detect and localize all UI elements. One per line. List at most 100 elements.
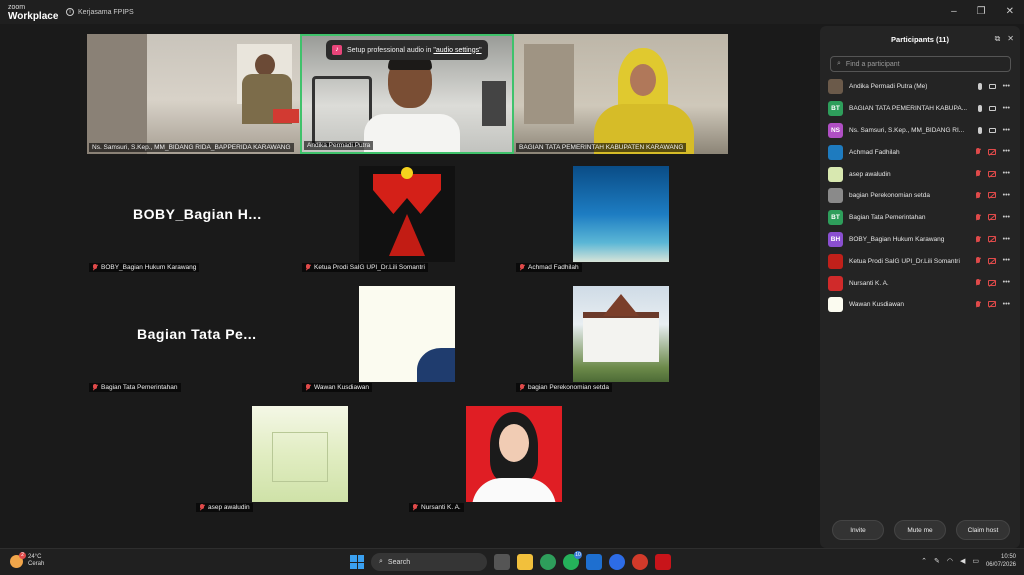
more-options-icon[interactable]: ••• xyxy=(1003,301,1010,308)
mic-muted-icon[interactable] xyxy=(975,235,981,243)
mic-muted-icon[interactable] xyxy=(975,279,981,286)
zoom-icon[interactable] xyxy=(609,554,625,570)
task-view-icon[interactable] xyxy=(494,554,510,570)
camera-icon[interactable] xyxy=(988,127,996,133)
battery-icon[interactable]: ▭ xyxy=(972,557,979,565)
mic-muted-icon[interactable] xyxy=(975,148,981,155)
invite-button[interactable]: Invite xyxy=(832,520,884,540)
tile-asep[interactable]: asep awaludin xyxy=(194,406,407,514)
profile-image xyxy=(252,406,348,502)
tile-nursanti[interactable]: Nursanti K. A. xyxy=(407,406,621,514)
camera-off-icon[interactable] xyxy=(987,257,996,264)
avatar xyxy=(828,188,843,204)
participant-controls: ••• xyxy=(977,104,1010,112)
video-tile-samsuri[interactable]: Ns. Samsuri, S.Kep., MM_BIDANG RIDA_BAPP… xyxy=(87,34,300,154)
chevron-up-icon[interactable]: ⌃ xyxy=(921,557,927,565)
camera-icon[interactable] xyxy=(988,84,996,89)
participant-row[interactable]: bagian Perekonomian setda ••• xyxy=(828,185,1014,207)
participant-row[interactable]: BH BOBY_Bagian Hukum Karawang ••• xyxy=(828,229,1014,251)
participant-row[interactable]: Wawan Kusdiawan ••• xyxy=(828,294,1014,316)
taskbar-search[interactable]: ⌕ Search xyxy=(371,553,487,571)
mic-muted-icon xyxy=(92,264,98,271)
audio-settings-link[interactable]: "audio settings" xyxy=(433,47,481,54)
more-options-icon[interactable]: ••• xyxy=(1003,257,1010,264)
more-options-icon[interactable]: ••• xyxy=(1003,236,1010,243)
taskbar-search-label: Search xyxy=(387,558,411,566)
participant-name: Andika Permadi Putra (Me) xyxy=(849,83,928,91)
restore-icon[interactable]: ❐ xyxy=(977,6,986,17)
tile-perekonomian[interactable]: bagian Perekonomian setda xyxy=(514,286,728,394)
participant-name: Ns. Samsuri, S.Kep., MM_BIDANG RI... xyxy=(849,126,965,134)
mute-me-button[interactable]: Mute me xyxy=(894,520,946,540)
acrobat-icon[interactable] xyxy=(655,554,671,570)
tile-ketua-prodi[interactable]: Ketua Prodi SaIG UPI_Dr.Lili Somantri xyxy=(300,166,514,274)
video-tile-tata-pemerintah[interactable]: BAGIAN TATA PEMERINTAH KABUPATEN KARAWAN… xyxy=(514,34,728,154)
camera-off-icon[interactable] xyxy=(987,192,996,199)
volume-icon[interactable]: ◀ xyxy=(960,557,965,565)
camera-app-icon[interactable] xyxy=(632,554,648,570)
wifi-icon[interactable]: ◠ xyxy=(947,557,953,565)
claim-host-button[interactable]: Claim host xyxy=(956,520,1010,540)
camera-icon[interactable] xyxy=(988,105,996,111)
participant-row[interactable]: Ketua Prodi SaIG UPI_Dr.Lili Somantri ••• xyxy=(828,250,1014,272)
participant-row[interactable]: Andika Permadi Putra (Me) ••• xyxy=(828,76,1014,98)
outlook-icon[interactable] xyxy=(586,554,602,570)
close-icon[interactable]: ✕ xyxy=(1006,6,1014,17)
camera-off-icon[interactable] xyxy=(987,214,996,221)
avatar xyxy=(828,253,843,269)
file-explorer-icon[interactable] xyxy=(517,554,533,570)
more-options-icon[interactable]: ••• xyxy=(1003,127,1010,134)
weather-condition: Cerah xyxy=(28,561,45,567)
camera-off-icon[interactable] xyxy=(987,148,996,155)
camera-off-icon[interactable] xyxy=(987,236,996,243)
meeting-info[interactable]: i Kerjasama FPIPS xyxy=(66,8,134,16)
tile-boby[interactable]: BOBY_Bagian H... BOBY_Bagian Hukum Karaw… xyxy=(87,166,300,274)
start-icon[interactable] xyxy=(350,555,364,569)
participant-search-input[interactable]: ⌕ Find a participant xyxy=(830,56,1011,72)
mic-muted-icon[interactable] xyxy=(975,170,981,177)
camera-off-icon[interactable] xyxy=(987,170,996,177)
info-icon[interactable]: i xyxy=(66,8,74,16)
participant-row[interactable]: NS Ns. Samsuri, S.Kep., MM_BIDANG RI... ••… xyxy=(828,120,1014,142)
close-panel-icon[interactable]: ✕ xyxy=(1007,34,1014,44)
participant-row[interactable]: Achmad Fadhilah ••• xyxy=(828,141,1014,163)
more-options-icon[interactable]: ••• xyxy=(1003,83,1010,90)
more-options-icon[interactable]: ••• xyxy=(1003,105,1010,112)
participant-controls: ••• xyxy=(975,279,1010,286)
tile-bagian-tata[interactable]: Bagian Tata Pe... Bagian Tata Pemerintah… xyxy=(87,286,300,394)
more-options-icon[interactable]: ••• xyxy=(1003,148,1010,155)
whatsapp-icon[interactable]: 10 xyxy=(563,551,582,570)
mic-muted-icon[interactable] xyxy=(975,191,981,199)
avatar xyxy=(828,166,843,182)
tile-wawan[interactable]: Wawan Kusdiawan xyxy=(300,286,514,394)
participant-list: Andika Permadi Putra (Me) ••• BT BAGIAN TAT… xyxy=(828,76,1014,316)
name-tag: Wawan Kusdiawan xyxy=(302,383,373,392)
tile-achmad[interactable]: Achmad Fadhilah xyxy=(514,166,728,274)
audio-settings-tooltip[interactable]: ♪ Setup professional audio in "audio set… xyxy=(326,40,488,60)
name-tag: Achmad Fadhilah xyxy=(516,263,582,272)
participant-row[interactable]: Nursanti K. A. ••• xyxy=(828,272,1014,294)
mic-icon[interactable] xyxy=(977,104,982,112)
mic-icon[interactable] xyxy=(977,83,982,90)
participant-row[interactable]: BT BAGIAN TATA PEMERINTAH KABUPA... ••• xyxy=(828,98,1014,120)
mic-icon[interactable] xyxy=(977,126,982,134)
popout-icon[interactable]: ⧉ xyxy=(995,34,1001,44)
participant-row[interactable]: BT Bagian Tata Pemerintahan ••• xyxy=(828,207,1014,229)
camera-off-icon[interactable] xyxy=(987,301,996,308)
clock[interactable]: 10:50 06/07/2026 xyxy=(986,553,1016,569)
mic-muted-icon[interactable] xyxy=(975,300,981,308)
weather-widget[interactable]: 2 24°C Cerah xyxy=(10,551,45,568)
more-options-icon[interactable]: ••• xyxy=(1003,214,1010,221)
pen-icon[interactable]: ✎ xyxy=(934,557,940,565)
more-options-icon[interactable]: ••• xyxy=(1003,170,1010,177)
search-icon: ⌕ xyxy=(379,558,383,565)
more-options-icon[interactable]: ••• xyxy=(1003,192,1010,199)
more-options-icon[interactable]: ••• xyxy=(1003,279,1010,286)
minimize-icon[interactable]: – xyxy=(951,6,957,17)
mic-muted-icon[interactable] xyxy=(975,257,981,264)
mic-muted-icon[interactable] xyxy=(975,213,981,221)
participant-controls: ••• xyxy=(977,83,1010,90)
chrome-icon[interactable] xyxy=(540,554,556,570)
camera-off-icon[interactable] xyxy=(987,279,996,286)
participant-row[interactable]: asep awaludin ••• xyxy=(828,163,1014,185)
